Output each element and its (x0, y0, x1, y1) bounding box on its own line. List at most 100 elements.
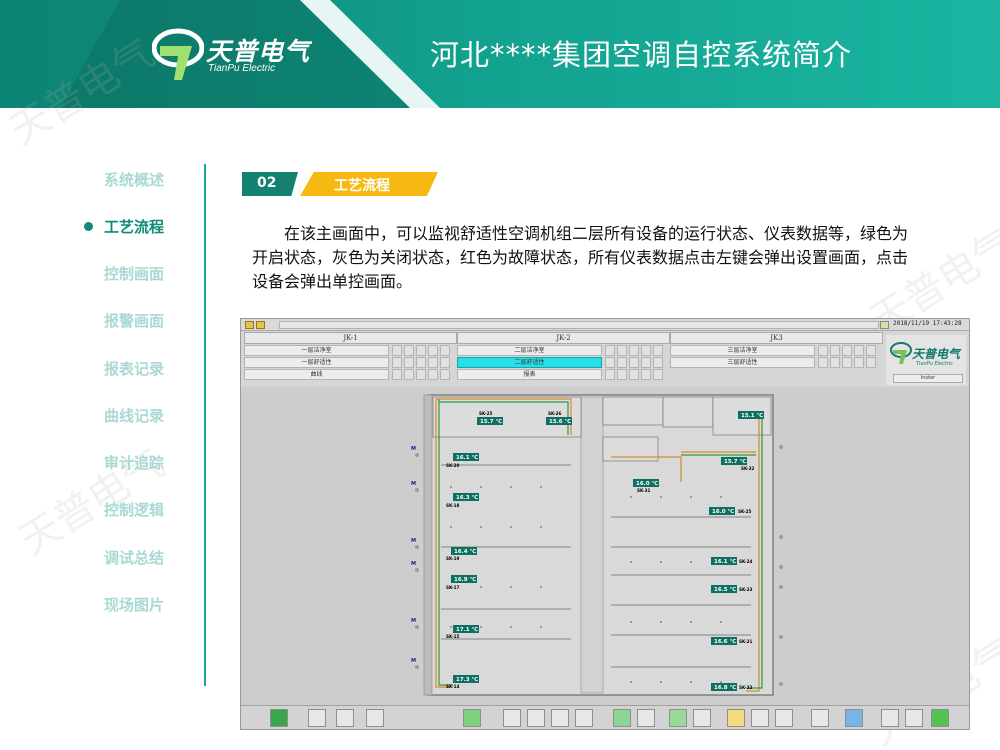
section-badge: 02 工艺流程 (242, 172, 442, 198)
nav-item-label: 控制画面 (104, 265, 165, 283)
unit-row-button-active[interactable]: 二层舒适性 (457, 357, 602, 368)
unit-row-button[interactable]: 曲线 (244, 369, 389, 380)
status-cells (390, 357, 457, 368)
status-cells (603, 357, 670, 368)
logo: 天普电气 TianPu Electric (151, 26, 332, 86)
unit-row-button[interactable]: 二层洁净室 (457, 345, 602, 356)
unit-header: JK3 (670, 332, 883, 344)
arrow-up-icon[interactable] (527, 709, 545, 727)
svg-text:SK-24: SK-24 (739, 559, 753, 564)
play-icon[interactable] (270, 709, 288, 727)
arrow-left-icon[interactable] (503, 709, 521, 727)
unit-row-button[interactable]: 报表 (457, 369, 602, 380)
sound-icon[interactable] (881, 709, 899, 727)
svg-text:15.7 ℃: 15.7 ℃ (480, 418, 502, 425)
page-title: 河北****集团空调自控系统简介 (430, 38, 853, 72)
export-icon[interactable] (775, 709, 793, 727)
nav-item-report[interactable]: 报表记录 (80, 354, 205, 384)
folder-icon[interactable] (245, 321, 254, 329)
svg-text:M: M (411, 446, 416, 452)
svg-text:SK-31: SK-31 (637, 488, 651, 493)
svg-text:15.6 ℃: 15.6 ℃ (549, 418, 571, 425)
floor-plan: M M M M M M 15.7 ℃ SK-25 15.6 ℃ SK-26 15… (241, 387, 969, 705)
description-text: 在该主画面中，可以监视舒适性空调机组二层所有设备的运行状态、仪表数据等，绿色为开… (252, 224, 909, 291)
chart-icon[interactable] (366, 709, 384, 727)
svg-text:16.0 ℃: 16.0 ℃ (636, 480, 658, 487)
info-icon[interactable] (845, 709, 863, 727)
arrow-right-icon[interactable] (575, 709, 593, 727)
svg-text:16.4 ℃: 16.4 ℃ (454, 548, 476, 555)
svg-text:SK-25: SK-25 (738, 509, 752, 514)
logo-subtext: TianPu Electric (208, 63, 276, 74)
svg-text:SK-20: SK-20 (446, 463, 460, 468)
nav-item-alarm[interactable]: 报警画面 (80, 306, 205, 336)
clock-icon (880, 321, 889, 329)
sensor-16-6[interactable]: 16.6 ℃ SK-21 (711, 637, 753, 645)
unit-row-button[interactable]: 一层洁净室 (244, 345, 389, 356)
svg-text:16.1 ℃: 16.1 ℃ (714, 558, 736, 565)
status-cells (390, 369, 457, 380)
nav-item-logic[interactable]: 控制逻辑 (80, 495, 205, 525)
status-cells (816, 357, 883, 368)
unit-row-button[interactable]: 三层洁净室 (670, 345, 815, 356)
status-cells (816, 345, 883, 356)
svg-text:SK-25: SK-25 (479, 411, 493, 416)
window-icon[interactable] (811, 709, 829, 727)
svg-text:SK-21: SK-21 (739, 639, 753, 644)
nav-item-label: 报表记录 (104, 360, 165, 378)
logo-icon (151, 28, 205, 80)
nav-item-debug[interactable]: 调试总结 (80, 543, 205, 573)
nav-item-label: 现场图片 (104, 596, 165, 614)
scada-logo-subtext: TianPu Electric (916, 361, 953, 367)
sensor-16-1-right[interactable]: 16.1 ℃ SK-24 (711, 557, 753, 565)
status-cells (603, 345, 670, 356)
svg-text:M: M (411, 618, 416, 624)
check-icon[interactable] (931, 709, 949, 727)
print-icon[interactable] (751, 709, 769, 727)
nav-item-label: 系统概述 (104, 171, 165, 189)
sensor-16-8[interactable]: 16.8 ℃ SK-22 (711, 683, 753, 691)
svg-text:16.3 ℃: 16.3 ℃ (456, 494, 478, 501)
svg-text:16.0 ℃: 16.0 ℃ (712, 508, 734, 515)
nav-item-overview[interactable]: 系统概述 (80, 165, 205, 195)
nav-item-curve[interactable]: 曲线记录 (80, 401, 205, 431)
svg-text:SK-17: SK-17 (446, 585, 460, 590)
tools-icon[interactable] (308, 709, 326, 727)
nav-item-label: 控制逻辑 (104, 501, 165, 519)
svg-text:SK-15: SK-15 (446, 634, 460, 639)
svg-text:16.6 ℃: 16.6 ℃ (714, 638, 736, 645)
sensor-15-1[interactable]: 15.1 ℃ (738, 411, 764, 419)
unit-row-button[interactable]: 一层舒适性 (244, 357, 389, 368)
refresh-icon[interactable] (613, 709, 631, 727)
nav-item-photos[interactable]: 现场图片 (80, 590, 205, 620)
save-icon[interactable] (727, 709, 745, 727)
unit-header: JK-1 (244, 332, 457, 344)
section-number: 02 (257, 175, 277, 191)
svg-text:M: M (411, 658, 416, 664)
user-icon[interactable] (905, 709, 923, 727)
nav-item-control[interactable]: 控制画面 (80, 259, 205, 289)
status-cells (390, 345, 457, 356)
arrow-down-icon[interactable] (551, 709, 569, 727)
svg-text:17.3 ℃: 17.3 ℃ (456, 676, 478, 683)
nav-item-audit[interactable]: 审计追踪 (80, 448, 205, 478)
status-cells (603, 369, 670, 380)
folder-icon[interactable] (336, 709, 354, 727)
link-icon[interactable] (669, 709, 687, 727)
layers-icon[interactable] (693, 709, 711, 727)
edit-icon[interactable] (256, 321, 265, 329)
sensor-16-5[interactable]: 16.5 ℃ SK-23 (711, 585, 753, 593)
nav-item-process[interactable]: 工艺流程 (80, 212, 205, 242)
unit-row-button[interactable]: 三层舒适性 (670, 357, 815, 368)
svg-text:SK-23: SK-23 (739, 587, 753, 592)
import-icon[interactable] (463, 709, 481, 727)
svg-text:16.9 ℃: 16.9 ℃ (454, 576, 476, 583)
nav-item-label: 工艺流程 (104, 218, 165, 236)
copy-icon[interactable] (637, 709, 655, 727)
svg-text:SK-19: SK-19 (446, 556, 460, 561)
scada-status-field (279, 321, 879, 329)
svg-text:16.1 ℃: 16.1 ℃ (456, 454, 478, 461)
sensor-16-0-right[interactable]: 16.0 ℃ SK-25 (709, 507, 752, 515)
scada-datetime: 2018/11/19 17:43:28 (893, 320, 962, 327)
svg-text:15.1 ℃: 15.1 ℃ (741, 412, 763, 419)
